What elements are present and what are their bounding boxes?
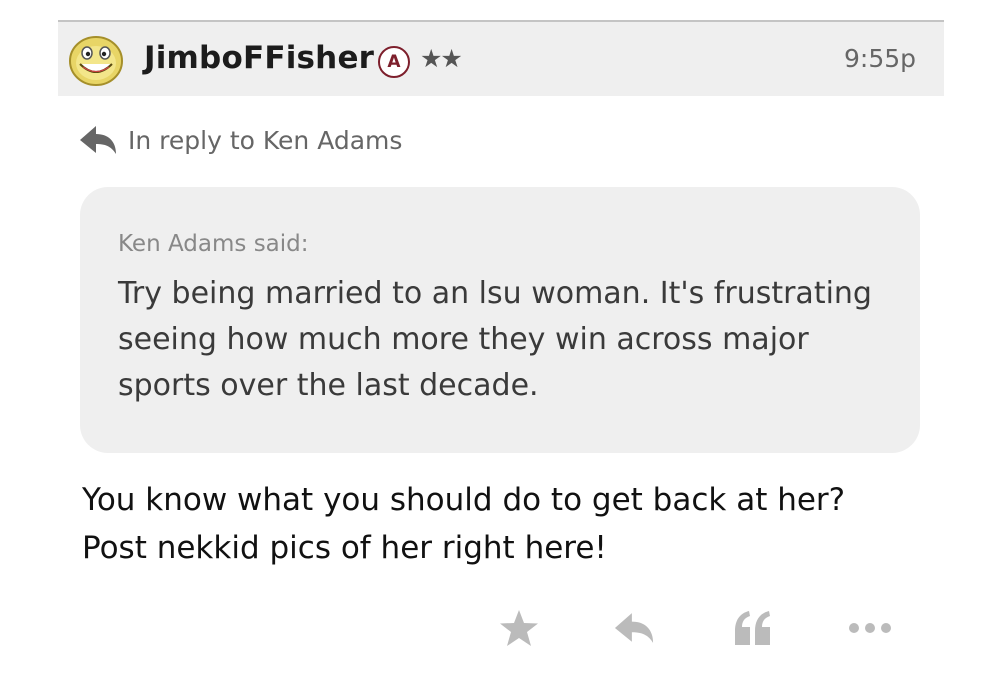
smiley-avatar-icon[interactable] xyxy=(68,32,124,88)
quote-block: Ken Adams said: Try being married to an … xyxy=(80,187,920,453)
more-options-button[interactable] xyxy=(844,606,896,650)
quote-button[interactable] xyxy=(730,606,776,650)
post-timestamp: 9:55p xyxy=(843,44,916,73)
post-actions xyxy=(496,606,916,650)
like-button[interactable] xyxy=(496,606,542,650)
more-icon xyxy=(849,623,891,633)
star-icon xyxy=(500,610,538,646)
rank-badge: A xyxy=(378,46,410,78)
quote-icon xyxy=(735,611,770,645)
reply-to-link[interactable]: In reply to Ken Adams xyxy=(78,120,402,160)
post-body: You know what you should do to get back … xyxy=(82,482,846,566)
reply-button[interactable] xyxy=(609,606,659,650)
rating-stars: ★★ xyxy=(420,44,463,73)
reply-icon xyxy=(614,613,654,643)
forum-post: JimboFFisher A ★★ 9:55p In reply to Ken … xyxy=(58,20,944,670)
username[interactable]: JimboFFisher xyxy=(144,40,374,76)
quote-text: Try being married to an lsu woman. It's … xyxy=(118,276,872,403)
reply-arrow-icon xyxy=(80,126,116,154)
reply-to-text: In reply to Ken Adams xyxy=(128,125,403,155)
quote-author: Ken Adams said: xyxy=(118,231,309,257)
post-header: JimboFFisher A ★★ 9:55p xyxy=(58,20,944,96)
